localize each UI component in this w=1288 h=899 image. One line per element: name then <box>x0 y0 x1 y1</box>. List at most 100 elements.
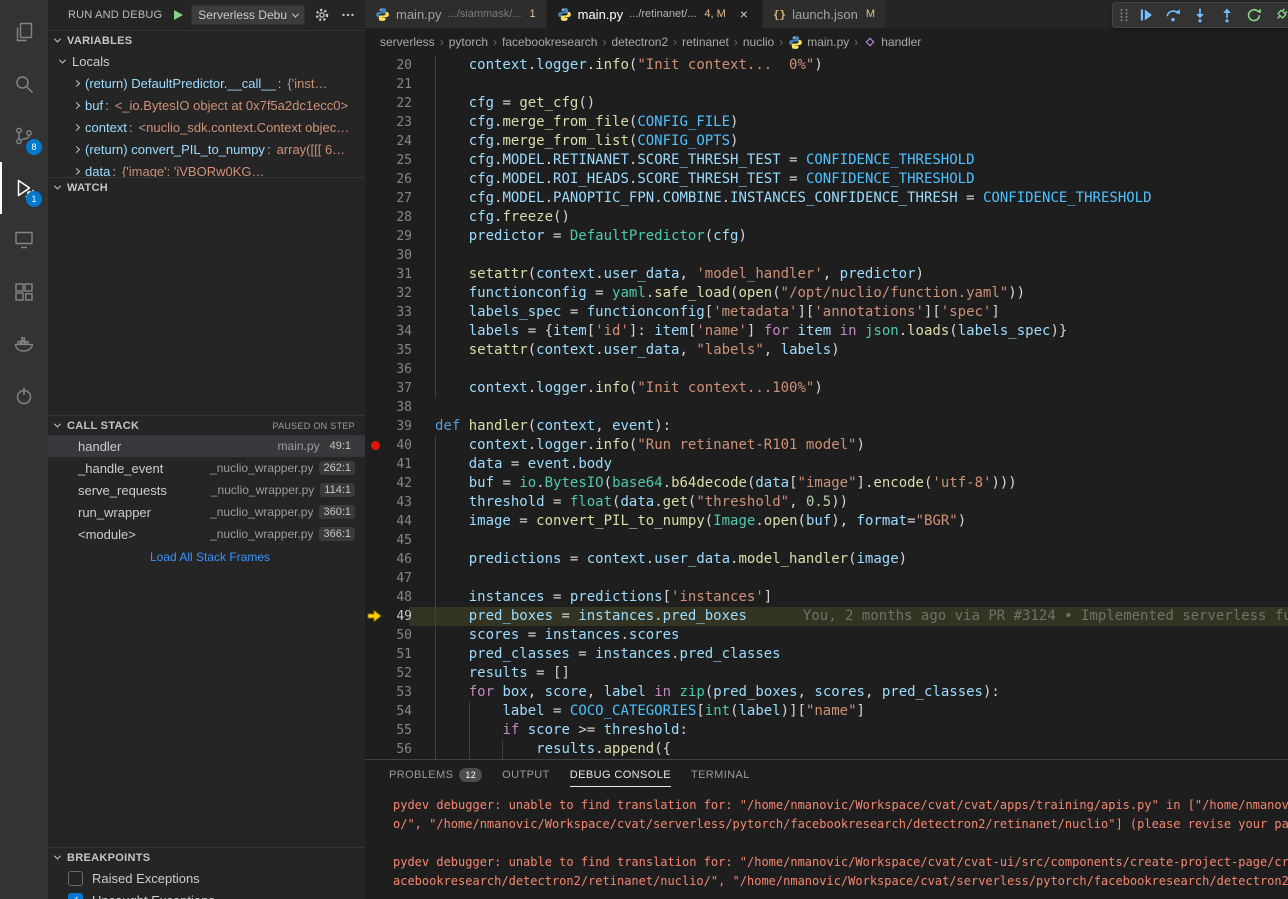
breakpoint-dot[interactable] <box>371 441 380 450</box>
code-line-50[interactable]: 50 scores = instances.scores <box>365 626 1288 645</box>
glyph-margin[interactable] <box>365 75 387 94</box>
code-line-25[interactable]: 25 cfg.MODEL.RETINANET.SCORE_THRESH_TEST… <box>365 151 1288 170</box>
line-gutter[interactable]: 53 <box>365 683 412 702</box>
glyph-margin[interactable] <box>365 379 387 398</box>
glyph-margin[interactable] <box>365 132 387 151</box>
glyph-margin[interactable] <box>365 721 387 740</box>
step-out-button[interactable] <box>1214 4 1239 26</box>
code-line-35[interactable]: 35 setattr(context.user_data, "labels", … <box>365 341 1288 360</box>
stack-frame-row[interactable]: run_wrapper_nuclio_wrapper.py360:1 <box>48 501 365 523</box>
glyph-margin[interactable] <box>365 740 387 759</box>
line-gutter[interactable]: 36 <box>365 360 412 379</box>
glyph-margin[interactable] <box>365 455 387 474</box>
line-gutter[interactable]: 47 <box>365 569 412 588</box>
panel-tab-debug-console[interactable]: DEBUG CONSOLE <box>560 760 681 790</box>
code-line-31[interactable]: 31 setattr(context.user_data, 'model_han… <box>365 265 1288 284</box>
line-gutter[interactable]: 39 <box>365 417 412 436</box>
line-gutter[interactable]: 22 <box>365 94 412 113</box>
code-line-56[interactable]: 56 results.append({ <box>365 740 1288 759</box>
line-gutter[interactable]: 30 <box>365 246 412 265</box>
glyph-margin[interactable] <box>365 208 387 227</box>
glyph-margin[interactable] <box>365 56 387 75</box>
debug-config-select[interactable]: Serverless Debu <box>191 5 305 25</box>
line-gutter[interactable]: 41 <box>365 455 412 474</box>
scope-locals[interactable]: Locals <box>48 50 365 72</box>
line-gutter[interactable]: 44 <box>365 512 412 531</box>
glyph-margin[interactable] <box>365 284 387 303</box>
step-into-button[interactable] <box>1187 4 1212 26</box>
code-line-38[interactable]: 38 <box>365 398 1288 417</box>
code-line-33[interactable]: 33 labels_spec = functionconfig['metadat… <box>365 303 1288 322</box>
code-line-42[interactable]: 42 buf = io.BytesIO(base64.b64decode(dat… <box>365 474 1288 493</box>
line-gutter[interactable]: 43 <box>365 493 412 512</box>
code-line-23[interactable]: 23 cfg.merge_from_file(CONFIG_FILE) <box>365 113 1288 132</box>
stack-frame-row[interactable]: _handle_event_nuclio_wrapper.py262:1 <box>48 457 365 479</box>
variables-section-header[interactable]: VARIABLES <box>48 30 365 50</box>
glyph-margin[interactable] <box>365 170 387 189</box>
line-gutter[interactable]: 33 <box>365 303 412 322</box>
code-line-47[interactable]: 47 <box>365 569 1288 588</box>
activity-item-explorer[interactable] <box>0 6 48 58</box>
code-line-26[interactable]: 26 cfg.MODEL.ROI_HEADS.SCORE_THRESH_TEST… <box>365 170 1288 189</box>
code-line-45[interactable]: 45 <box>365 531 1288 550</box>
glyph-margin[interactable] <box>365 683 387 702</box>
debug-toolbar-drag-handle[interactable] <box>1117 4 1131 26</box>
panel-tab-problems[interactable]: PROBLEMS12 <box>379 760 492 790</box>
code-line-46[interactable]: 46 predictions = context.user_data.model… <box>365 550 1288 569</box>
code-line-29[interactable]: 29 predictor = DefaultPredictor(cfg) <box>365 227 1288 246</box>
line-gutter[interactable]: 56 <box>365 740 412 759</box>
breakpoint-row[interactable]: Raised Exceptions <box>48 867 365 889</box>
glyph-margin[interactable] <box>365 645 387 664</box>
glyph-margin[interactable] <box>365 94 387 113</box>
code-line-24[interactable]: 24 cfg.merge_from_list(CONFIG_OPTS) <box>365 132 1288 151</box>
code-line-22[interactable]: 22 cfg = get_cfg() <box>365 94 1288 113</box>
line-gutter[interactable]: 23 <box>365 113 412 132</box>
editor-tab-main.py[interactable]: main.py.../retinanet/...4, M× <box>547 0 763 28</box>
glyph-margin[interactable] <box>365 493 387 512</box>
breadcrumb-item-pytorch[interactable]: pytorch <box>449 35 488 49</box>
start-debugging-button[interactable] <box>174 10 183 20</box>
glyph-margin[interactable] <box>365 664 387 683</box>
line-gutter[interactable]: 52 <box>365 664 412 683</box>
breakpoints-section-header[interactable]: BREAKPOINTS <box>48 847 365 867</box>
line-gutter[interactable]: 51 <box>365 645 412 664</box>
line-gutter[interactable]: 48 <box>365 588 412 607</box>
glyph-margin[interactable] <box>365 113 387 132</box>
editor-tab-launch.json[interactable]: {}launch.jsonM <box>763 0 886 28</box>
glyph-margin[interactable] <box>365 417 387 436</box>
glyph-margin[interactable] <box>365 265 387 284</box>
glyph-margin[interactable] <box>365 227 387 246</box>
stack-frame-row[interactable]: <module>_nuclio_wrapper.py366:1 <box>48 523 365 545</box>
step-over-button[interactable] <box>1160 4 1185 26</box>
code-line-48[interactable]: 48 instances = predictions['instances'] <box>365 588 1288 607</box>
activity-item-run-and-debug[interactable]: 1 <box>0 162 48 214</box>
glyph-margin[interactable] <box>365 474 387 493</box>
code-line-44[interactable]: 44 image = convert_PIL_to_numpy(Image.op… <box>365 512 1288 531</box>
line-gutter[interactable]: 49 <box>365 607 412 626</box>
code-line-40[interactable]: 40 context.logger.info("Run retinanet-R1… <box>365 436 1288 455</box>
code-line-53[interactable]: 53 for box, score, label in zip(pred_box… <box>365 683 1288 702</box>
code-line-54[interactable]: 54 label = COCO_CATEGORIES[int(label)]["… <box>365 702 1288 721</box>
variable-row[interactable]: buf:<_io.BytesIO object at 0x7f5a2dc1ecc… <box>48 94 365 116</box>
continue-button[interactable] <box>1133 4 1158 26</box>
line-gutter[interactable]: 42 <box>365 474 412 493</box>
debug-console-output[interactable]: pydev debugger: unable to find translati… <box>365 790 1288 899</box>
panel-tab-terminal[interactable]: TERMINAL <box>681 760 760 790</box>
breadcrumb-item-facebookresearch[interactable]: facebookresearch <box>502 35 597 49</box>
glyph-margin[interactable] <box>365 246 387 265</box>
breadcrumb-item-retinanet[interactable]: retinanet <box>682 35 729 49</box>
glyph-margin[interactable] <box>365 588 387 607</box>
glyph-margin[interactable] <box>365 531 387 550</box>
variable-row[interactable]: context:<nuclio_sdk.context.Context obje… <box>48 116 365 138</box>
line-gutter[interactable]: 40 <box>365 436 412 455</box>
breadcrumb-item-serverless[interactable]: serverless <box>380 35 435 49</box>
code-line-51[interactable]: 51 pred_classes = instances.pred_classes <box>365 645 1288 664</box>
variable-row[interactable]: data:{'image': 'iVBORw0KG… <box>48 160 365 177</box>
code-line-43[interactable]: 43 threshold = float(data.get("threshold… <box>365 493 1288 512</box>
glyph-margin[interactable] <box>365 341 387 360</box>
code-line-41[interactable]: 41 data = event.body <box>365 455 1288 474</box>
code-line-34[interactable]: 34 labels = {item['id']: item['name'] fo… <box>365 322 1288 341</box>
line-gutter[interactable]: 46 <box>365 550 412 569</box>
glyph-margin[interactable] <box>365 360 387 379</box>
breadcrumb-item-main.py[interactable]: main.py <box>788 35 849 50</box>
